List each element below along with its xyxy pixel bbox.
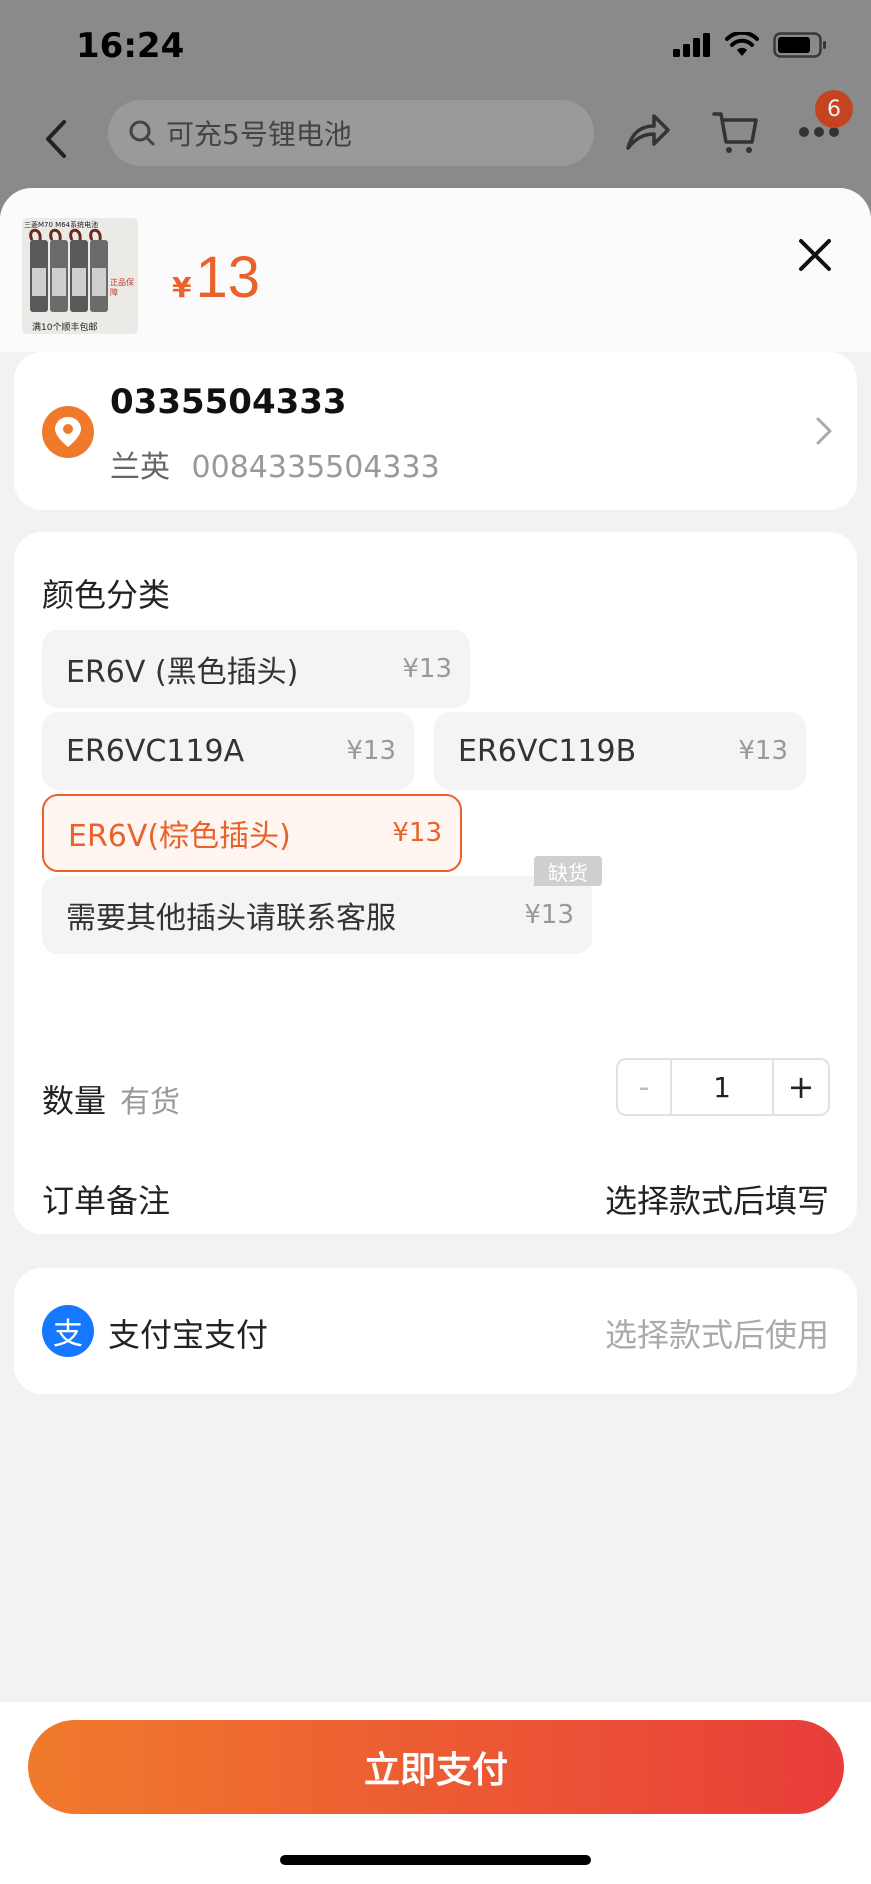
stock-status: 有货: [120, 1085, 181, 1120]
quantity-label: 数量: [42, 1082, 107, 1120]
spec-option-price: ¥13: [738, 736, 788, 766]
search-placeholder: 可充5号锂电池: [166, 118, 352, 151]
order-note-field[interactable]: 选择款式后填写: [605, 1176, 829, 1222]
alipay-icon: 支: [42, 1305, 94, 1357]
price-currency: ¥: [172, 271, 192, 304]
quantity-input[interactable]: 1: [672, 1060, 774, 1114]
order-note-label: 订单备注: [42, 1182, 171, 1220]
price-value: 13: [195, 245, 260, 310]
address-detail: 0084335504333: [191, 450, 440, 485]
address-card[interactable]: 0335504333 兰英 0084335504333: [14, 352, 857, 510]
quantity-row: 数量 有货: [42, 1076, 180, 1122]
status-time: 16:24: [76, 26, 185, 66]
spec-option-label: ER6VC119A: [66, 733, 245, 769]
battery-icon: [773, 32, 826, 58]
search-icon: [129, 120, 155, 146]
spec-option-price: ¥13: [392, 818, 442, 848]
notification-badge: 6: [815, 90, 853, 128]
spec-option-price: ¥13: [402, 654, 452, 684]
pay-now-button[interactable]: 立即支付: [28, 1720, 844, 1814]
spec-option-price: ¥13: [524, 900, 574, 930]
address-phone: 0335504333: [110, 382, 347, 422]
spec-option[interactable]: ER6V (黑色插头) ¥13: [42, 630, 470, 708]
spec-card: 颜色分类 ER6V (黑色插头) ¥13 ER6VC119A ¥13 ER6VC…: [14, 532, 857, 1234]
back-icon[interactable]: [38, 114, 78, 164]
share-icon[interactable]: [624, 108, 672, 156]
payment-hint: 选择款式后使用: [604, 1316, 829, 1354]
thumb-bottom-text: 满10个顺丰包邮: [32, 323, 98, 333]
address-name: 兰英: [110, 450, 170, 485]
spec-option[interactable]: ER6VC119B ¥13: [434, 712, 806, 790]
signal-icon: [673, 33, 710, 57]
payment-card[interactable]: 支 支付宝支付 选择款式后使用: [14, 1268, 857, 1394]
home-indicator[interactable]: [280, 1855, 591, 1865]
close-icon[interactable]: [796, 236, 834, 274]
quantity-stepper: - 1 +: [616, 1058, 830, 1116]
spec-option-selected[interactable]: ER6V(棕色插头) ¥13: [42, 794, 462, 872]
spec-option[interactable]: ER6VC119A ¥13: [42, 712, 414, 790]
thumb-stamp: 正品保障: [110, 278, 134, 297]
chevron-right-icon: [816, 417, 832, 445]
status-bar: 16:24: [0, 0, 871, 100]
product-thumbnail[interactable]: 三菱M70 M64系统电池 正品保障 满10个顺丰包邮: [22, 218, 138, 334]
search-input[interactable]: 可充5号锂电池: [108, 100, 594, 166]
quantity-increase-button[interactable]: +: [774, 1060, 828, 1114]
spec-title: 颜色分类: [42, 576, 171, 614]
spec-option-label: 需要其他插头请联系客服: [66, 901, 396, 936]
spec-option-price: ¥13: [346, 736, 396, 766]
cart-icon[interactable]: [712, 108, 758, 156]
spec-option-label: ER6VC119B: [458, 733, 637, 769]
payment-method-label: 支付宝支付: [108, 1316, 269, 1354]
address-line: 兰英 0084335504333: [110, 442, 440, 486]
location-pin-icon: [42, 406, 94, 458]
product-price: ¥ 13: [172, 244, 260, 311]
out-of-stock-tag: 缺货: [534, 856, 602, 886]
sku-bottom-sheet: 三菱M70 M64系统电池 正品保障 满10个顺丰包邮 ¥ 13 0335504…: [0, 188, 871, 1884]
nav-bar: 可充5号锂电池 6: [0, 90, 871, 186]
battery-product-image: [22, 218, 138, 334]
status-icons: [673, 32, 827, 58]
quantity-decrease-button[interactable]: -: [618, 1060, 672, 1114]
wifi-icon: [725, 32, 759, 56]
spec-option-label: ER6V(棕色插头): [68, 819, 291, 854]
spec-option-label: ER6V (黑色插头): [66, 655, 299, 690]
spec-option-out-of-stock[interactable]: 需要其他插头请联系客服 ¥13: [42, 876, 592, 954]
thumb-top-text: 三菱M70 M64系统电池: [24, 221, 99, 229]
sheet-header: 三菱M70 M64系统电池 正品保障 满10个顺丰包邮 ¥ 13: [0, 188, 871, 352]
